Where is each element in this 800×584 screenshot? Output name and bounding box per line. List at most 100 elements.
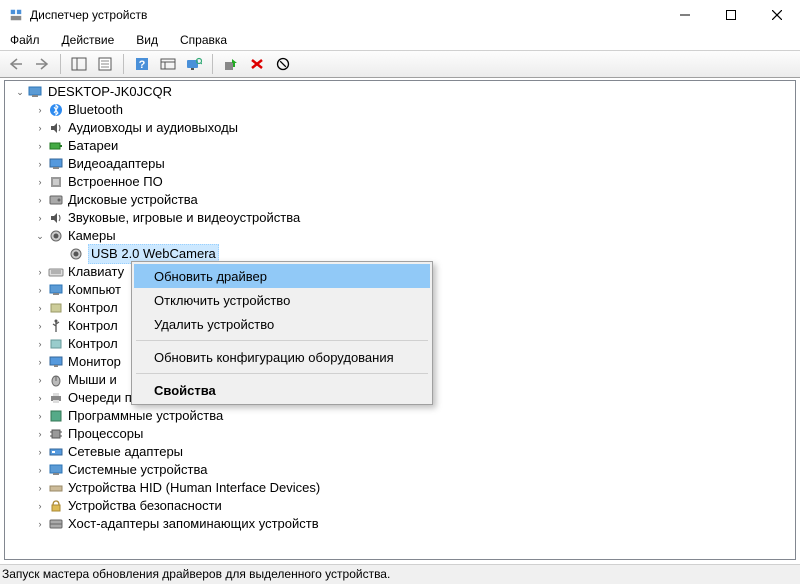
category-security[interactable]: ›Устройства безопасности xyxy=(7,497,795,515)
expand-icon[interactable]: › xyxy=(33,157,47,171)
host-adapter-icon xyxy=(48,516,64,532)
expand-icon[interactable]: › xyxy=(33,373,47,387)
back-button[interactable] xyxy=(4,53,28,75)
cm-separator xyxy=(136,373,428,374)
expand-icon[interactable]: › xyxy=(33,283,47,297)
root-node[interactable]: ⌄ DESKTOP-JK0JCQR xyxy=(7,83,795,101)
cm-separator xyxy=(136,340,428,341)
sound-icon xyxy=(48,210,64,226)
show-hide-console-button[interactable] xyxy=(67,53,91,75)
battery-icon xyxy=(48,138,64,154)
uninstall-button[interactable] xyxy=(245,53,269,75)
expand-icon[interactable]: › xyxy=(33,409,47,423)
update-driver-button[interactable] xyxy=(219,53,243,75)
app-icon xyxy=(8,7,24,23)
camera-icon xyxy=(68,246,84,262)
computer-icon xyxy=(28,84,44,100)
cm-properties[interactable]: Свойства xyxy=(134,378,430,402)
expand-icon[interactable]: › xyxy=(33,517,47,531)
close-button[interactable] xyxy=(754,0,800,30)
window-title: Диспетчер устройств xyxy=(30,8,662,22)
firmware-icon xyxy=(48,174,64,190)
toolbar: ? xyxy=(0,50,800,78)
usb-icon xyxy=(48,318,64,334)
category-network[interactable]: ›Сетевые адаптеры xyxy=(7,443,795,461)
category-batteries[interactable]: ›Батареи xyxy=(7,137,795,155)
expand-icon[interactable]: › xyxy=(33,427,47,441)
minimize-button[interactable] xyxy=(662,0,708,30)
expand-icon[interactable]: › xyxy=(33,139,47,153)
processor-icon xyxy=(48,426,64,442)
category-system[interactable]: ›Системные устройства xyxy=(7,461,795,479)
forward-button[interactable] xyxy=(30,53,54,75)
status-bar: Запуск мастера обновления драйверов для … xyxy=(0,564,800,584)
disk-icon xyxy=(48,192,64,208)
camera-icon xyxy=(48,228,64,244)
category-software[interactable]: ›Программные устройства xyxy=(7,407,795,425)
category-disk[interactable]: ›Дисковые устройства xyxy=(7,191,795,209)
cm-uninstall-device[interactable]: Удалить устройство xyxy=(134,312,430,336)
expand-icon[interactable]: › xyxy=(33,211,47,225)
properties-button[interactable] xyxy=(93,53,117,75)
disable-button[interactable] xyxy=(271,53,295,75)
category-bluetooth[interactable]: ›Bluetooth xyxy=(7,101,795,119)
window-buttons xyxy=(662,0,800,30)
collapse-icon[interactable]: ⌄ xyxy=(13,85,27,99)
title-bar: Диспетчер устройств xyxy=(0,0,800,30)
computer-icon xyxy=(48,282,64,298)
storage-controller-icon xyxy=(48,336,64,352)
expand-icon[interactable]: › xyxy=(33,319,47,333)
controller-icon xyxy=(48,300,64,316)
cm-scan-hardware[interactable]: Обновить конфигурацию оборудования xyxy=(134,345,430,369)
category-sound[interactable]: ›Звуковые, игровые и видеоустройства xyxy=(7,209,795,227)
security-icon xyxy=(48,498,64,514)
software-icon xyxy=(48,408,64,424)
expand-icon[interactable]: › xyxy=(33,463,47,477)
expand-icon[interactable]: › xyxy=(33,175,47,189)
expand-icon[interactable]: › xyxy=(33,103,47,117)
expand-icon[interactable]: › xyxy=(33,121,47,135)
expand-icon[interactable]: › xyxy=(33,265,47,279)
cm-update-driver[interactable]: Обновить драйвер xyxy=(134,264,430,288)
status-text: Запуск мастера обновления драйверов для … xyxy=(2,567,390,581)
hid-icon xyxy=(48,480,64,496)
system-icon xyxy=(48,462,64,478)
expand-icon[interactable]: › xyxy=(33,355,47,369)
category-processors[interactable]: ›Процессоры xyxy=(7,425,795,443)
category-hid[interactable]: ›Устройства HID (Human Interface Devices… xyxy=(7,479,795,497)
menu-bar: Файл Действие Вид Справка xyxy=(0,30,800,50)
help-button[interactable]: ? xyxy=(130,53,154,75)
menu-file[interactable]: Файл xyxy=(6,31,44,49)
bluetooth-icon xyxy=(48,102,64,118)
speaker-icon xyxy=(48,120,64,136)
menu-help[interactable]: Справка xyxy=(176,31,231,49)
collapse-icon[interactable]: ⌄ xyxy=(33,229,47,243)
category-cameras[interactable]: ⌄Камеры xyxy=(7,227,795,245)
category-host[interactable]: ›Хост-адаптеры запоминающих устройств xyxy=(7,515,795,533)
expand-icon[interactable]: › xyxy=(33,391,47,405)
keyboard-icon xyxy=(48,264,64,280)
category-firmware[interactable]: ›Встроенное ПО xyxy=(7,173,795,191)
expand-icon[interactable]: › xyxy=(33,445,47,459)
scan-hardware-button[interactable] xyxy=(182,53,206,75)
root-label: DESKTOP-JK0JCQR xyxy=(48,83,172,101)
expand-icon[interactable]: › xyxy=(33,481,47,495)
category-display[interactable]: ›Видеоадаптеры xyxy=(7,155,795,173)
expand-icon[interactable]: › xyxy=(33,301,47,315)
device-tree-panel: ⌄ DESKTOP-JK0JCQR ›Bluetooth ›Аудиовходы… xyxy=(4,80,796,560)
category-audio[interactable]: ›Аудиовходы и аудиовыходы xyxy=(7,119,795,137)
expand-icon[interactable]: › xyxy=(33,193,47,207)
mouse-icon xyxy=(48,372,64,388)
toolbar-view-button[interactable] xyxy=(156,53,180,75)
maximize-button[interactable] xyxy=(708,0,754,30)
network-icon xyxy=(48,444,64,460)
menu-action[interactable]: Действие xyxy=(58,31,119,49)
svg-text:?: ? xyxy=(139,59,146,71)
context-menu: Обновить драйвер Отключить устройство Уд… xyxy=(131,261,433,405)
menu-view[interactable]: Вид xyxy=(132,31,162,49)
expand-icon[interactable]: › xyxy=(33,337,47,351)
printer-icon xyxy=(48,390,64,406)
expand-icon[interactable]: › xyxy=(33,499,47,513)
cm-disable-device[interactable]: Отключить устройство xyxy=(134,288,430,312)
monitor-icon xyxy=(48,354,64,370)
